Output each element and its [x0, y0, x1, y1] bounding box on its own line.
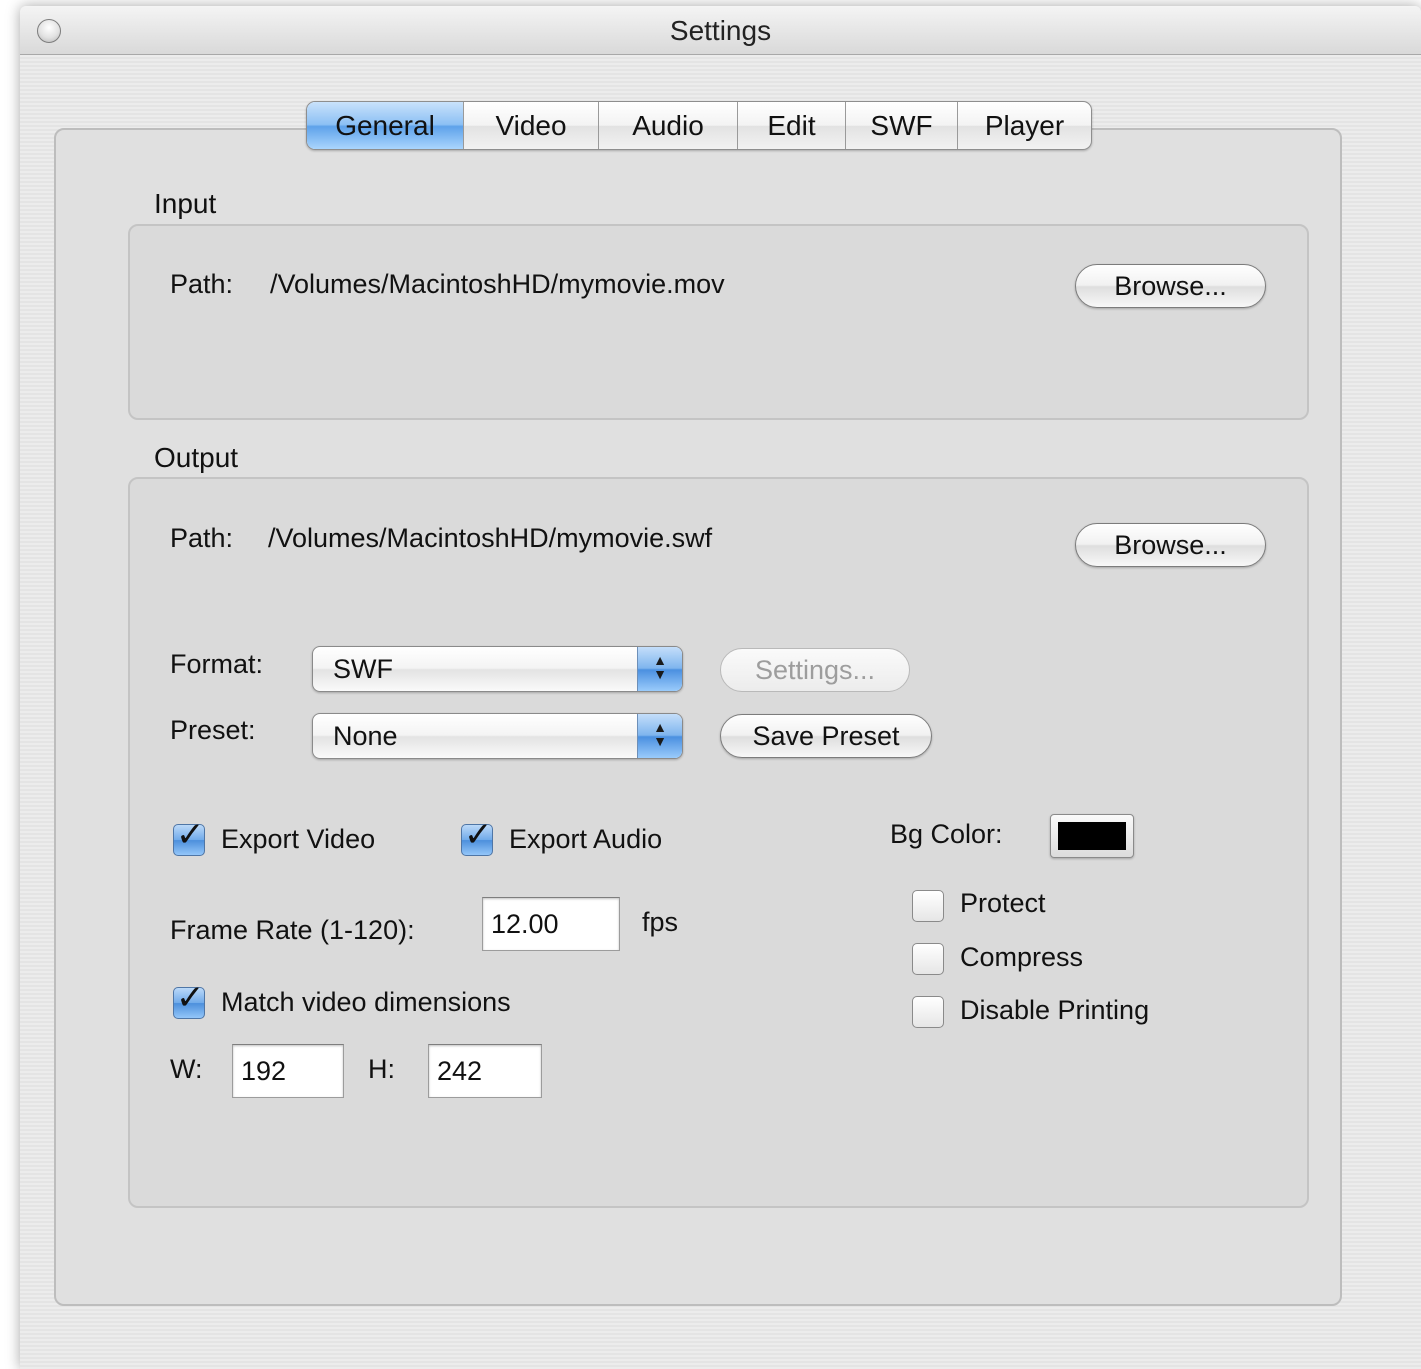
compress-checkbox[interactable] — [912, 943, 944, 975]
tab-audio[interactable]: Audio — [598, 102, 737, 149]
match-dimensions-checkbox[interactable]: ✓ — [173, 979, 205, 1019]
tab-player[interactable]: Player — [957, 102, 1091, 149]
compress-label: Compress — [960, 942, 1084, 972]
save-preset-button[interactable]: Save Preset — [720, 714, 932, 758]
protect-checkbox[interactable] — [912, 890, 944, 922]
format-settings-button[interactable]: Settings... — [720, 648, 910, 692]
bg-color-swatch — [1058, 822, 1126, 850]
checkmark-icon: ✓ — [464, 816, 493, 854]
up-down-arrows-icon: ▲ ▼ — [637, 714, 682, 758]
up-down-arrows-icon: ▲ ▼ — [637, 647, 682, 691]
export-audio-label: Export Audio — [509, 824, 663, 854]
export-video-label: Export Video — [221, 824, 376, 854]
checkmark-icon: ✓ — [176, 816, 205, 854]
frame-rate-label: Frame Rate (1-120): — [170, 915, 415, 945]
format-value: SWF — [333, 654, 393, 684]
disable-printing-checkbox[interactable] — [912, 996, 944, 1028]
bg-color-label: Bg Color: — [890, 819, 1003, 849]
format-label: Format: — [170, 649, 264, 679]
width-input[interactable]: 192 — [232, 1044, 344, 1098]
match-dimensions-label: Match video dimensions — [221, 987, 511, 1017]
input-browse-button[interactable]: Browse... — [1075, 264, 1266, 308]
frame-rate-input[interactable]: 12.00 — [482, 897, 620, 951]
format-popup[interactable]: SWF ▲ ▼ — [312, 646, 683, 692]
export-audio-checkbox[interactable]: ✓ — [461, 816, 493, 856]
tab-general[interactable]: General — [307, 102, 463, 149]
tab-bar: General Video Audio Edit SWF Player — [306, 101, 1092, 150]
checkmark-icon: ✓ — [176, 979, 205, 1017]
title-bar: Settings — [20, 6, 1421, 55]
input-path-value: /Volumes/MacintoshHD/mymovie.mov — [270, 269, 725, 299]
disable-printing-label: Disable Printing — [960, 995, 1150, 1025]
protect-label: Protect — [960, 888, 1046, 918]
input-groupbox — [128, 224, 1309, 420]
fps-label: fps — [642, 907, 679, 937]
height-input[interactable]: 242 — [428, 1044, 542, 1098]
output-group-label: Output — [154, 442, 239, 473]
input-group-label: Input — [154, 188, 217, 219]
bg-color-well[interactable] — [1050, 814, 1134, 858]
export-video-checkbox[interactable]: ✓ — [173, 816, 205, 856]
output-browse-button[interactable]: Browse... — [1075, 523, 1266, 567]
output-path-value: /Volumes/MacintoshHD/mymovie.swf — [268, 523, 713, 553]
tab-swf[interactable]: SWF — [845, 102, 957, 149]
output-path-label: Path: — [170, 523, 234, 553]
window-title: Settings — [669, 15, 772, 46]
input-path-label: Path: — [170, 269, 234, 299]
height-label: H: — [368, 1054, 395, 1084]
preset-value: None — [333, 721, 398, 751]
preset-label: Preset: — [170, 715, 256, 745]
tab-video[interactable]: Video — [463, 102, 598, 149]
tab-edit[interactable]: Edit — [737, 102, 845, 149]
width-label: W: — [170, 1054, 203, 1084]
preset-popup[interactable]: None ▲ ▼ — [312, 713, 683, 759]
